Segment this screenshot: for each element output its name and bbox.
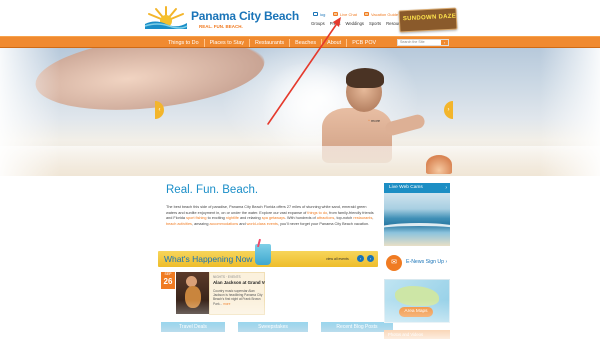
intro-link-restaurants[interactable]: restaurants xyxy=(353,216,372,220)
tile-travel-deals[interactable]: Travel Deals xyxy=(161,322,225,332)
happening-prev-button[interactable]: ‹ xyxy=(357,255,364,262)
live-chat-link[interactable]: Live Chat xyxy=(333,11,357,17)
webcam-image[interactable] xyxy=(384,193,450,246)
site-search-input[interactable]: Search the Site › xyxy=(397,39,449,46)
area-map[interactable]: Area Maps xyxy=(384,279,450,323)
sun-logo-icon xyxy=(144,6,188,29)
intro-link-nightlife[interactable]: nightlife xyxy=(226,216,239,220)
enews-signup-link[interactable]: ✉ E-News Sign Up › xyxy=(384,253,450,273)
menu-item-things-to-do[interactable]: Things to Do xyxy=(163,38,205,47)
login-link[interactable]: log xyxy=(313,11,325,17)
hero-boy-hair xyxy=(346,68,384,88)
intro-link-spa[interactable]: spa getaways xyxy=(262,216,285,220)
topnav-sports[interactable]: Sports xyxy=(369,21,381,27)
event-more-link[interactable]: more xyxy=(223,302,230,306)
browser-page: Panama City Beach REAL. FUN. BEACH. log … xyxy=(0,0,600,339)
menu-item-restaurants[interactable]: Restaurants xyxy=(250,38,291,47)
screenshot: Panama City Beach REAL. FUN. BEACH. log … xyxy=(0,0,600,339)
user-icon xyxy=(313,12,318,16)
menu-item-pcb-pov[interactable]: PCB POV xyxy=(347,39,381,47)
live-chat-label: Live Chat xyxy=(340,11,357,17)
wave-foam xyxy=(384,223,450,237)
intro-text: , top-notch xyxy=(334,216,353,221)
main-menu-bar: Things to Do Places to Stay Restaurants … xyxy=(0,36,600,48)
intro-text: to exciting xyxy=(207,216,225,221)
enews-label: E-News Sign Up › xyxy=(406,259,447,265)
intro-link-accommodations[interactable]: accommodations xyxy=(210,222,239,226)
top-nav: Groups Press Weddings Sports Resources xyxy=(311,21,406,27)
enews-text: E-News Sign Up xyxy=(406,259,445,265)
event-photo[interactable] xyxy=(176,272,209,314)
seashell-icon xyxy=(426,155,452,174)
intro-paragraph: The best beach this side of paradise, Pa… xyxy=(166,205,376,227)
search-placeholder: Search the Site xyxy=(400,40,425,44)
hero-slideshow: ‹ › xyxy=(0,48,600,176)
event-category: NIGHTS · EVENTS xyxy=(213,275,241,279)
intro-text: . With hundreds of xyxy=(284,216,316,221)
book-icon xyxy=(364,12,369,16)
drink-cup-icon xyxy=(255,244,271,265)
topnav-groups[interactable]: Groups xyxy=(311,21,325,27)
view-all-events-link[interactable]: view all events xyxy=(326,257,349,261)
event-description-text: Country music superstar Alan Jackson is … xyxy=(213,289,263,306)
menu-item-beaches[interactable]: Beaches xyxy=(290,38,323,47)
tile-sweepstakes[interactable]: Sweepstakes xyxy=(238,322,308,332)
area-maps-button[interactable]: Area Maps xyxy=(399,307,433,317)
live-web-cams-header[interactable]: Live Web Cams › xyxy=(384,183,450,193)
tile-recent-blog-posts[interactable]: Recent Blog Posts xyxy=(321,322,393,332)
vacation-guide-label: Vacation Guide xyxy=(371,11,399,17)
intro-text: and xyxy=(239,221,246,226)
map-land xyxy=(395,286,439,306)
topnav-press[interactable]: Press xyxy=(330,21,341,27)
vacation-guide-link[interactable]: Vacation Guide xyxy=(364,11,398,17)
feature-tiles: Travel Deals Sweepstakes Recent Blog Pos… xyxy=(161,322,393,332)
intro-link-attractions[interactable]: attractions xyxy=(317,216,335,220)
photos-videos-header[interactable]: Photos and Videos xyxy=(384,330,450,339)
hero-more-label: more xyxy=(371,118,381,123)
intro-link-beach-activities[interactable]: beach activities xyxy=(166,222,192,226)
login-label: log xyxy=(320,11,326,17)
search-go-button[interactable]: › xyxy=(441,40,448,45)
hero-more-link[interactable]: ^ more xyxy=(368,118,380,123)
event-date-badge: SEP 26 xyxy=(161,272,175,289)
main-menu: Things to Do Places to Stay Restaurants … xyxy=(163,38,381,47)
intro-link-sport-fishing[interactable]: sport fishing xyxy=(186,216,206,220)
intro-text: and relaxing xyxy=(239,216,261,221)
site-logo[interactable]: Panama City Beach REAL. FUN. BEACH. xyxy=(143,5,299,33)
event-day: 26 xyxy=(163,277,173,286)
menu-item-about[interactable]: About xyxy=(322,38,348,47)
event-title[interactable]: Alan Jackson at Grand Ver... xyxy=(213,280,265,285)
chevron-right-icon: › xyxy=(445,259,448,265)
intro-text: , amazing xyxy=(191,221,209,226)
intro-link-events[interactable]: world-class events xyxy=(247,222,278,226)
event-card[interactable]: NIGHTS · EVENTS Alan Jackson at Grand Ve… xyxy=(209,272,265,315)
promo-badge-text: SUNDOWN DAZE xyxy=(402,13,457,23)
page-title: Real. Fun. Beach. xyxy=(166,184,259,196)
live-web-cams-label: Live Web Cams xyxy=(389,185,423,190)
site-header: Panama City Beach REAL. FUN. BEACH. log … xyxy=(0,0,600,36)
whats-happening-title: What's Happening Now xyxy=(164,254,253,264)
event-description: Country music superstar Alan Jackson is … xyxy=(213,289,264,306)
hero-next-button[interactable]: › xyxy=(444,101,453,119)
logo-tagline: REAL. FUN. BEACH. xyxy=(199,24,243,29)
topnav-weddings[interactable]: Weddings xyxy=(345,21,364,27)
promo-badge[interactable]: SUNDOWN DAZE xyxy=(398,7,458,33)
logo-wordmark: Panama City Beach xyxy=(191,9,299,23)
envelope-icon: ✉ xyxy=(386,255,402,271)
guitar-icon xyxy=(185,286,201,308)
intro-text: , xyxy=(372,216,374,221)
intro-link-things-to-do[interactable]: things to do xyxy=(307,211,327,215)
hero-sand xyxy=(0,146,600,176)
intro-text: , you'll never forget your Panama City B… xyxy=(277,221,370,226)
happening-next-button[interactable]: › xyxy=(367,255,374,262)
chat-icon xyxy=(333,12,338,16)
menu-item-places-to-stay[interactable]: Places to Stay xyxy=(205,38,251,47)
chevron-right-icon: › xyxy=(445,185,447,191)
chevron-up-icon: ^ xyxy=(368,118,370,123)
